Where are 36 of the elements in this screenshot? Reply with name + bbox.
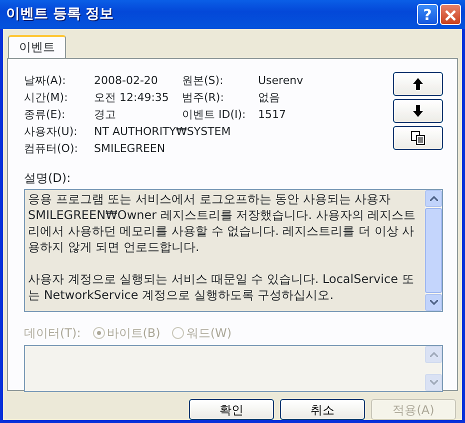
window-title: 이벤트 등록 정보 <box>6 5 115 24</box>
field-value: 없음 <box>258 90 281 106</box>
scroll-up-icon[interactable] <box>430 196 438 201</box>
field-value: 경고 <box>94 107 117 123</box>
arrow-up-icon <box>413 78 423 90</box>
field-label: 원본(S): <box>182 73 224 89</box>
scroll-down-icon[interactable] <box>430 300 438 305</box>
help-button[interactable]: ? <box>417 4 438 25</box>
copy-icon <box>411 131 425 145</box>
dialog-button[interactable]: 취소 <box>280 399 365 420</box>
previous-button[interactable] <box>393 72 443 96</box>
field-label: 날짜(A): <box>24 73 67 89</box>
field-value: 오전 12:49:35 <box>94 90 170 106</box>
data-label: 데이터(T): <box>24 325 81 342</box>
next-button[interactable] <box>393 99 443 123</box>
copy-button[interactable] <box>393 126 443 150</box>
scrollbar[interactable] <box>425 190 442 311</box>
field-label: 종류(E): <box>24 107 66 123</box>
field-label: 이벤트 ID(I): <box>182 107 247 123</box>
field-label: 컴퓨터(O): <box>24 141 79 157</box>
close-button[interactable] <box>440 4 461 25</box>
description-text: 응용 프로그램 또는 서비스에서 로그오프하는 동안 사용되는 사용자 SMILEGREEN₩Owner 레지스트리를 저장했습니다. 사용자의 레지스트리에서 사용하던 메모리를 사용할 수 없습니다. 레지스트리를 더 이상 사용하지 않게 되면 언로드합니다. <box>28 191 417 255</box>
arrow-down-icon <box>413 105 423 117</box>
field-label: 사용자(U): <box>24 124 78 140</box>
field-value: SMILEGREEN <box>94 141 166 157</box>
field-value: NT AUTHORITY₩SYSTEM <box>94 124 232 140</box>
tab[interactable]: 이벤트 <box>8 35 66 58</box>
field-value: Userenv <box>258 73 304 89</box>
field-label: 범주(R): <box>182 90 225 106</box>
field-label: 시간(M): <box>24 90 69 106</box>
description-text: 사용자 계정으로 실행되는 서비스 때문일 수 있습니다. LocalService 또는 NetworkService 계정으로 실행하도록 구성하십시오. <box>28 271 415 303</box>
field-value: 2008-02-20 <box>94 73 159 89</box>
close-icon <box>444 8 457 22</box>
dialog-button[interactable]: 확인 <box>189 399 274 420</box>
description-label: 설명(D): <box>24 170 72 187</box>
field-value: 1517 <box>258 107 287 123</box>
